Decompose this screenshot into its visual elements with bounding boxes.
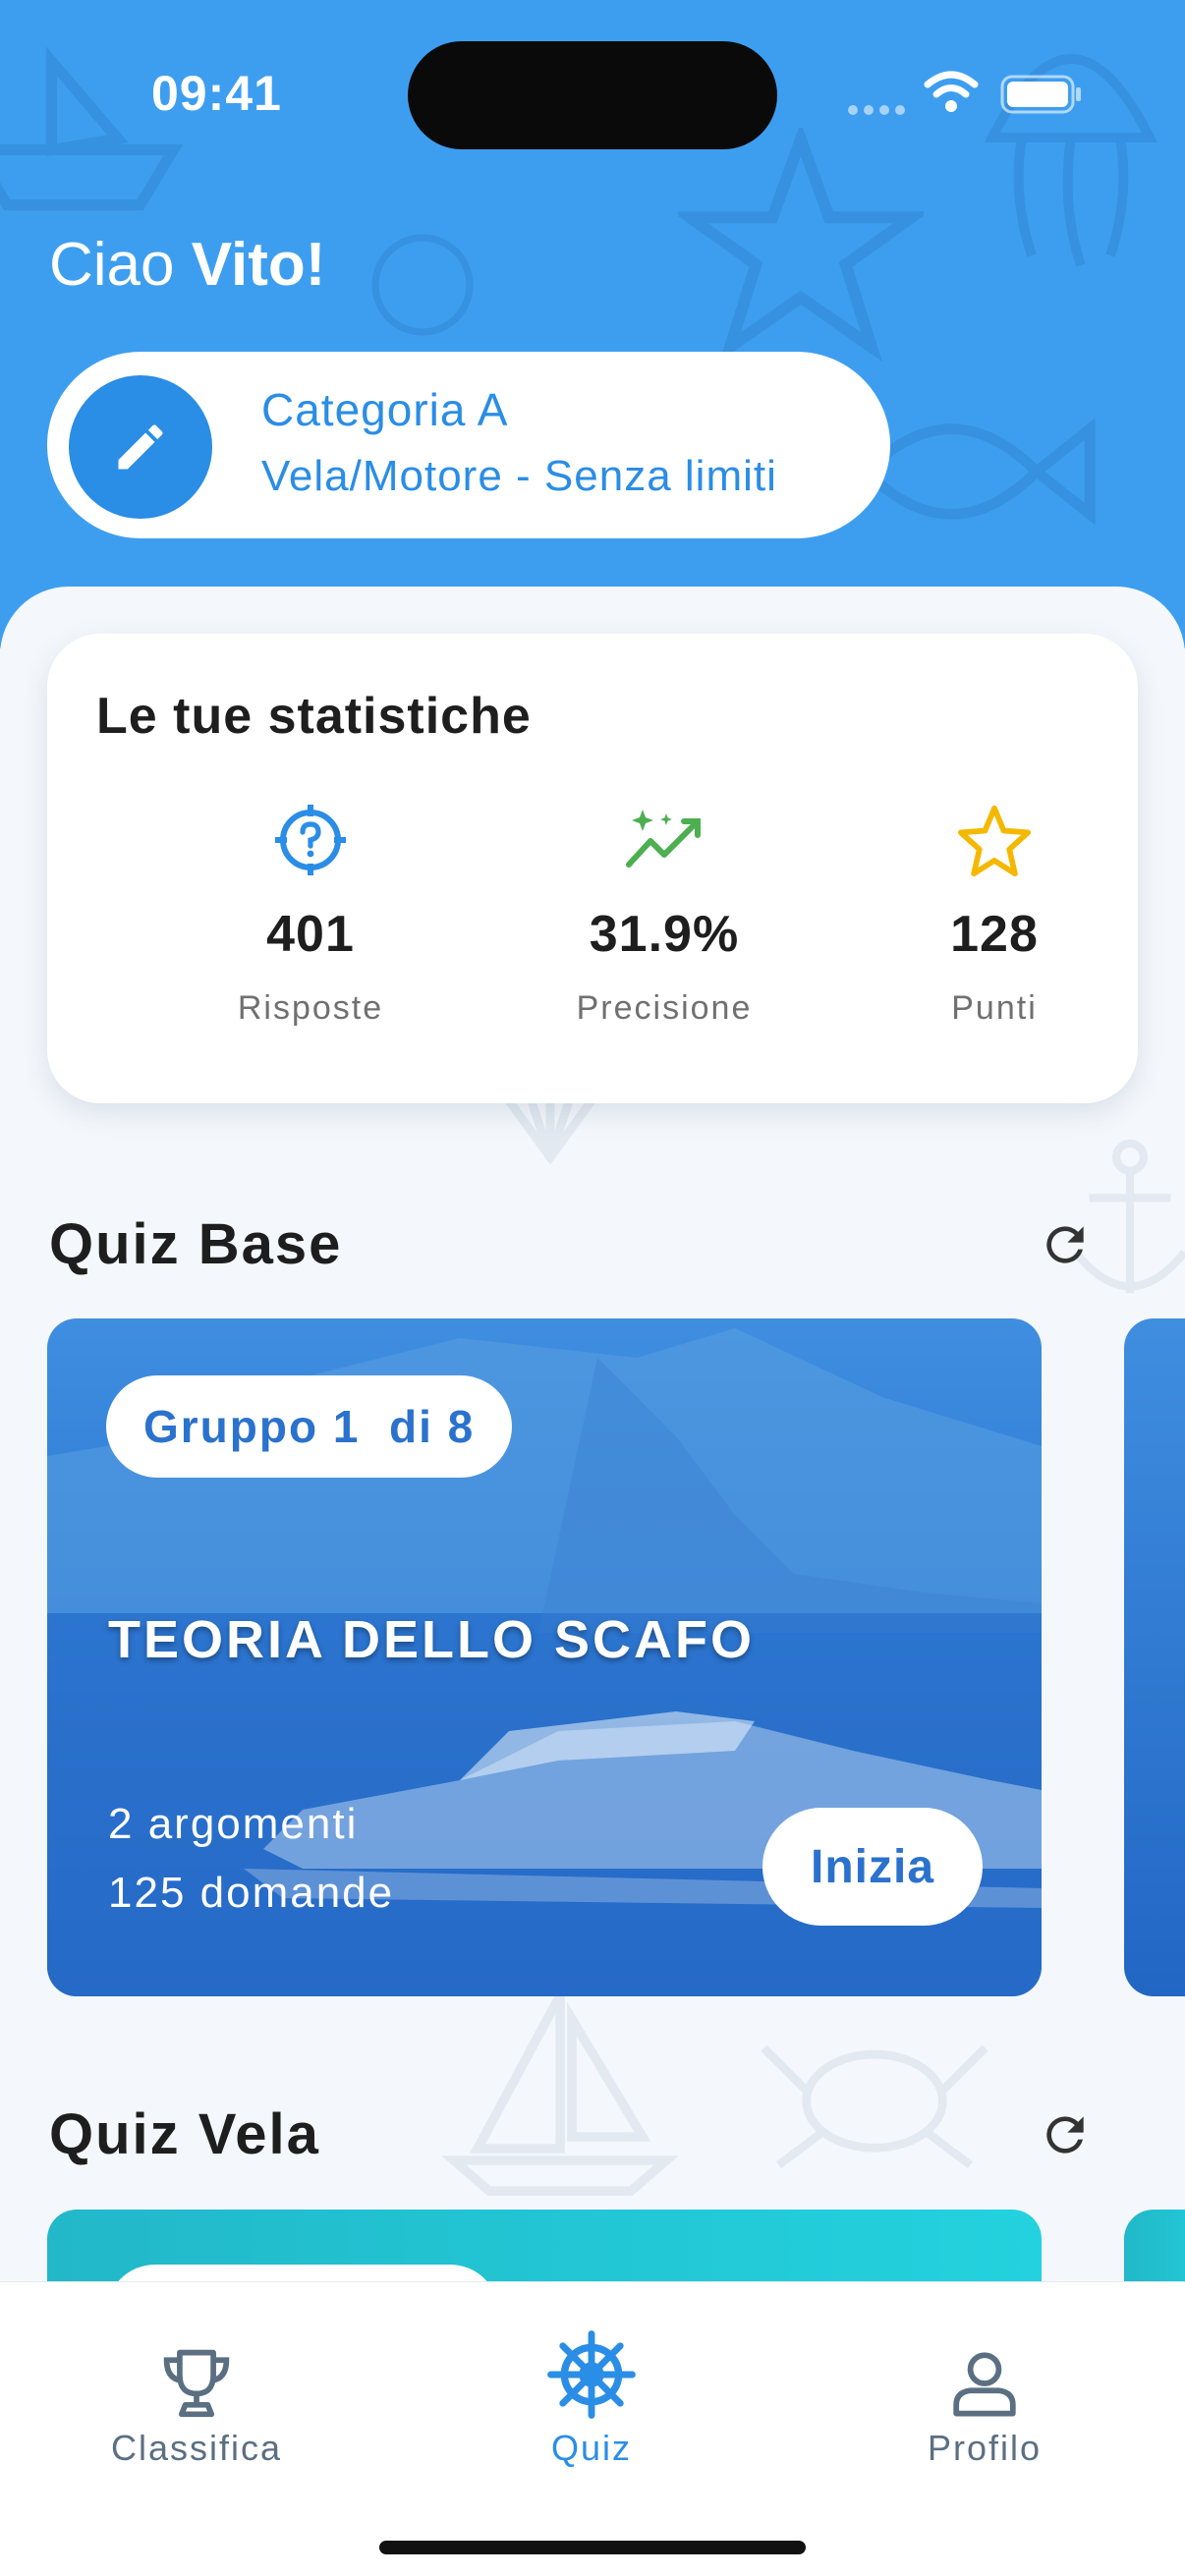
- stat-answers-label: Risposte: [237, 989, 384, 1027]
- next-vela-card-peek[interactable]: [1124, 2210, 1185, 2286]
- dynamic-island: [408, 41, 777, 149]
- next-quiz-card-peek[interactable]: [1124, 1318, 1185, 1996]
- stats-card: Le tue statistiche 401 Risposte 31.9% Pr…: [47, 634, 1138, 1103]
- questions-count: 125 domande: [108, 1869, 395, 1917]
- tab-quiz-label: Quiz: [550, 2428, 633, 2468]
- greeting: Ciao Vito!: [49, 230, 325, 300]
- quiz-vela-refresh-button[interactable]: [1036, 2105, 1095, 2164]
- cellular-signal-icon: [848, 105, 905, 115]
- stat-accuracy: 31.9% Precisione: [517, 801, 812, 1028]
- refresh-icon: [1046, 2116, 1084, 2154]
- category-title: Categoria A: [261, 384, 509, 435]
- edit-category-button[interactable]: [69, 375, 212, 519]
- status-time: 09:41: [151, 66, 282, 121]
- tab-bar: Classifica Quiz Profilo: [0, 2281, 1185, 2576]
- topics-count: 2 argomenti: [108, 1800, 359, 1848]
- tab-quiz[interactable]: Quiz: [444, 2312, 739, 2469]
- stat-points-value: 128: [950, 906, 1039, 963]
- tab-profilo[interactable]: Profilo: [837, 2312, 1132, 2469]
- battery-icon: [1000, 75, 1081, 114]
- stat-answers: 401 Risposte: [163, 801, 458, 1028]
- pencil-icon: [118, 424, 163, 470]
- quiz-group-card[interactable]: Gruppo 1 di 8 TEORIA DELLO SCAFO 2 argom…: [47, 1318, 1042, 1996]
- star-icon: [957, 805, 1032, 877]
- quiz-vela-card[interactable]: [47, 2210, 1042, 2286]
- category-subtitle: Vela/Motore - Senza limiti: [261, 452, 777, 500]
- quiz-base-refresh-button[interactable]: [1036, 1215, 1095, 1274]
- user-name: Vito!: [191, 231, 326, 299]
- wifi-icon: [924, 71, 979, 112]
- header: 09:41 Ciao Vito! Categoria A Vela/Motore…: [0, 0, 1185, 648]
- start-quiz-button[interactable]: Inizia: [762, 1808, 983, 1926]
- tab-profilo-label: Profilo: [927, 2428, 1043, 2468]
- bubble-decoration-icon: [371, 234, 474, 336]
- stat-accuracy-value: 31.9%: [589, 906, 740, 963]
- stat-points: 128 Punti: [847, 801, 1142, 1028]
- home-indicator[interactable]: [379, 2541, 806, 2554]
- sparkle-trend-icon: [626, 810, 701, 868]
- person-icon: [953, 2352, 1016, 2417]
- tab-classifica-label: Classifica: [110, 2428, 283, 2468]
- quiz-base-title: Quiz Base: [49, 1212, 343, 1276]
- crab-decoration-icon: [761, 2044, 988, 2169]
- greeting-prefix: Ciao: [49, 231, 192, 299]
- quiz-card-title: TEORIA DELLO SCAFO: [108, 1610, 755, 1669]
- stat-accuracy-label: Precisione: [576, 989, 753, 1027]
- sailboat-decoration-icon: [442, 1992, 678, 2196]
- target-question-icon: [275, 805, 346, 875]
- stats-title: Le tue statistiche: [96, 688, 532, 745]
- refresh-icon: [1046, 1226, 1084, 1263]
- tab-classifica[interactable]: Classifica: [49, 2312, 344, 2469]
- stat-points-label: Punti: [951, 989, 1038, 1027]
- main-content[interactable]: Le tue statistiche 401 Risposte 31.9% Pr…: [0, 587, 1185, 2286]
- status-bar: 09:41: [0, 0, 1185, 196]
- group-badge: Gruppo 1 di 8: [106, 1375, 513, 1478]
- trophy-icon: [163, 2349, 230, 2418]
- stat-answers-value: 401: [266, 906, 355, 963]
- ship-wheel-icon: [547, 2330, 636, 2419]
- quiz-vela-title: Quiz Vela: [49, 2102, 320, 2166]
